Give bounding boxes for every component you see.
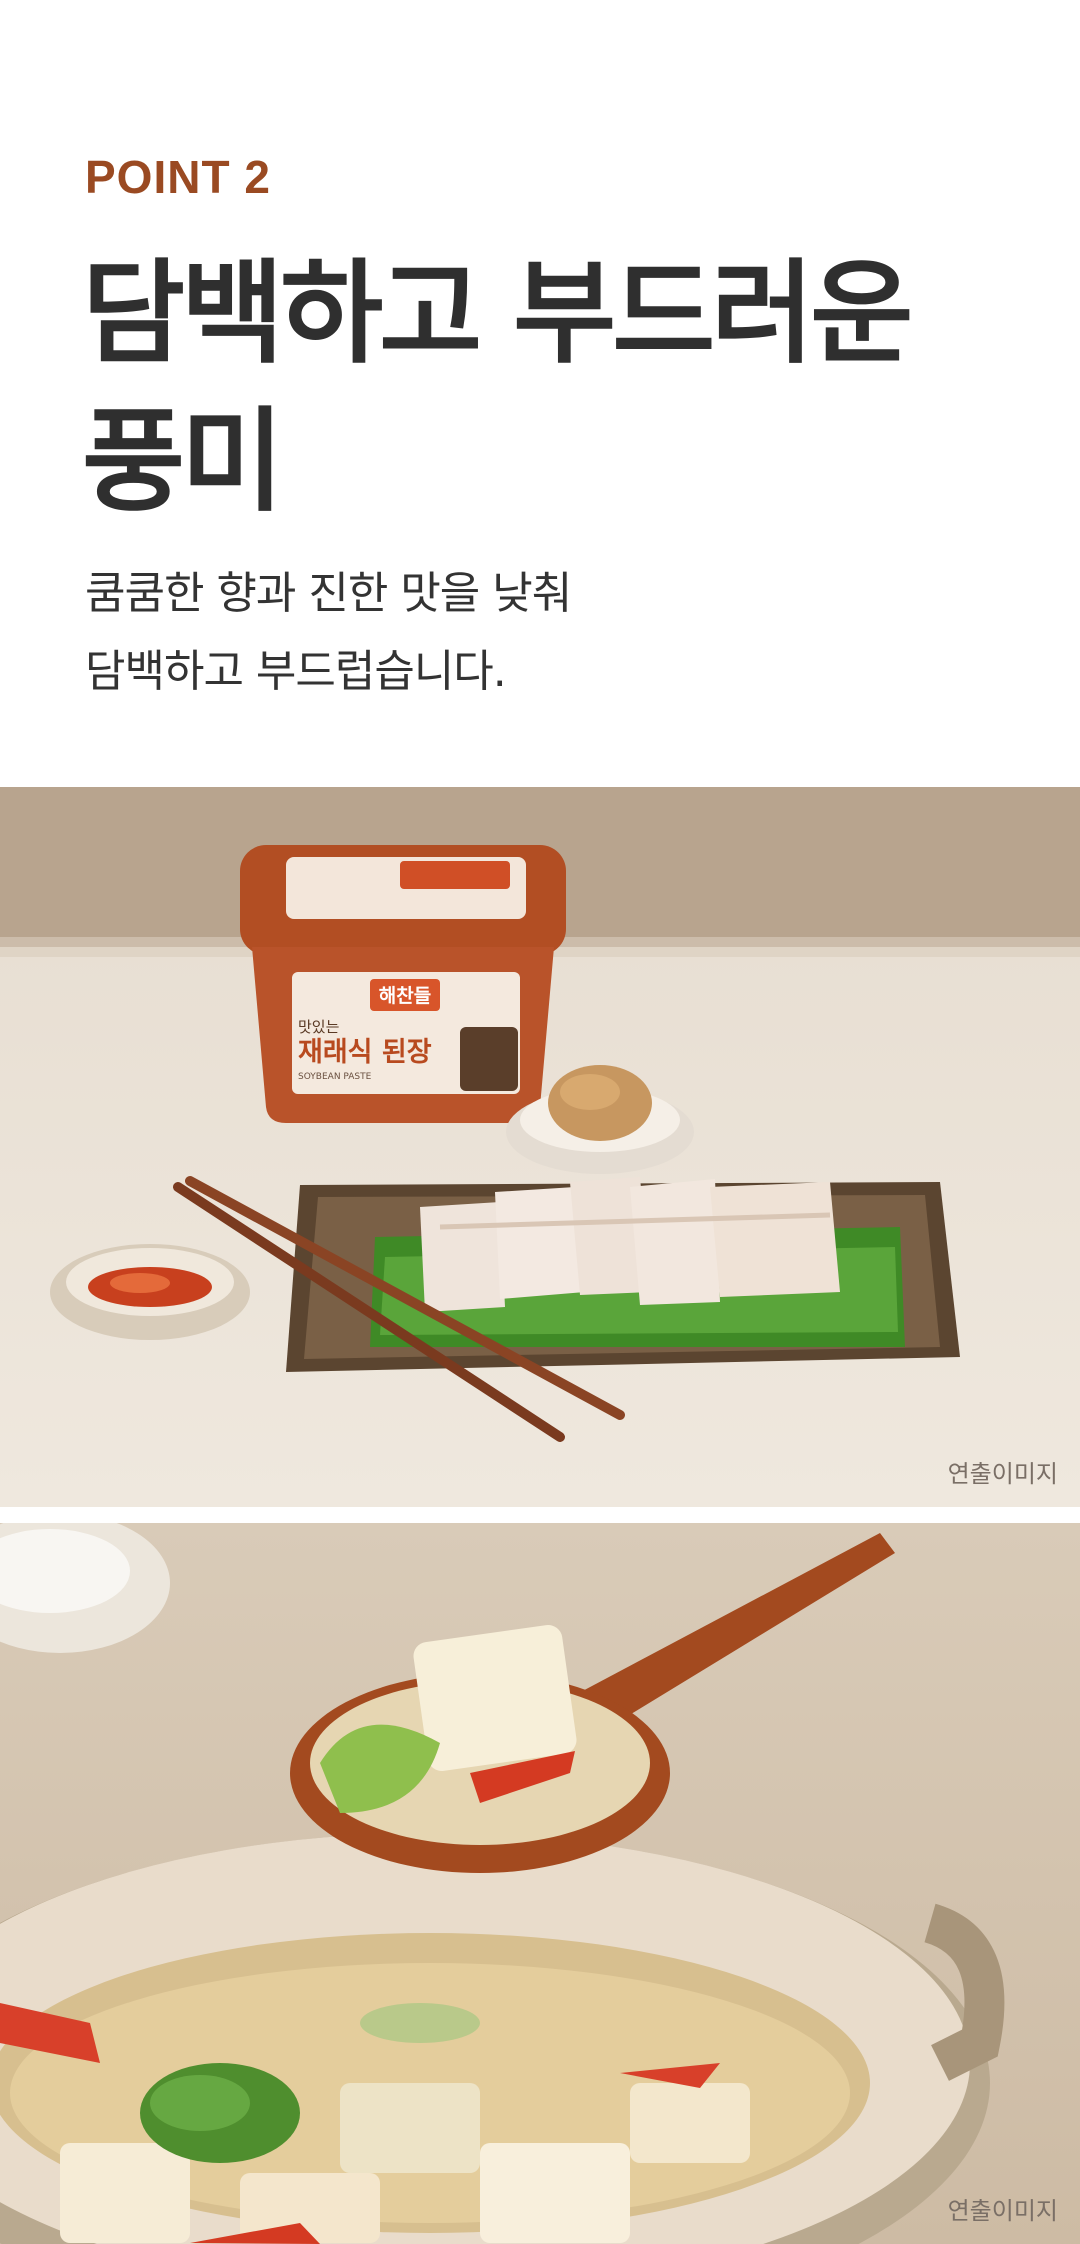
description: 쿰쿰한 향과 진한 맛을 낮춰 담백하고 부드럽습니다. bbox=[85, 555, 572, 711]
photo-caption: 연출이미지 bbox=[947, 2197, 1058, 2225]
package-subtitle: 맛있는 bbox=[298, 1018, 340, 1036]
package-english: SOYBEAN PASTE bbox=[298, 1072, 372, 1082]
headline: 담백하고 부드러운 풍미 bbox=[82, 240, 982, 536]
intro-section: POINT 2 담백하고 부드러운 풍미 쿰쿰한 향과 진한 맛을 낮춰 담백하… bbox=[0, 0, 1080, 787]
point-label: POINT 2 bbox=[85, 151, 271, 203]
description-line-2: 담백하고 부드럽습니다. bbox=[85, 646, 507, 697]
product-photo-stew: 연출이미지 bbox=[0, 1523, 1080, 2244]
headline-line-2: 풍미 bbox=[82, 397, 284, 527]
description-line-1: 쿰쿰한 향과 진한 맛을 낮춰 bbox=[85, 568, 572, 619]
product-photo-bossam: 해찬들 맛있는 재래식 된장 SOYBEAN PASTE 연출이미지 bbox=[0, 787, 1080, 1507]
photo-caption: 연출이미지 bbox=[947, 1460, 1058, 1488]
headline-line-1: 담백하고 부드러운 bbox=[82, 249, 913, 379]
stew-illustration bbox=[0, 1523, 1005, 2244]
package-name: 재래식 된장 bbox=[298, 1037, 432, 1068]
bossam-illustration: 해찬들 맛있는 재래식 된장 SOYBEAN PASTE bbox=[0, 845, 1080, 1442]
package-brand: 해찬들 bbox=[379, 985, 431, 1007]
